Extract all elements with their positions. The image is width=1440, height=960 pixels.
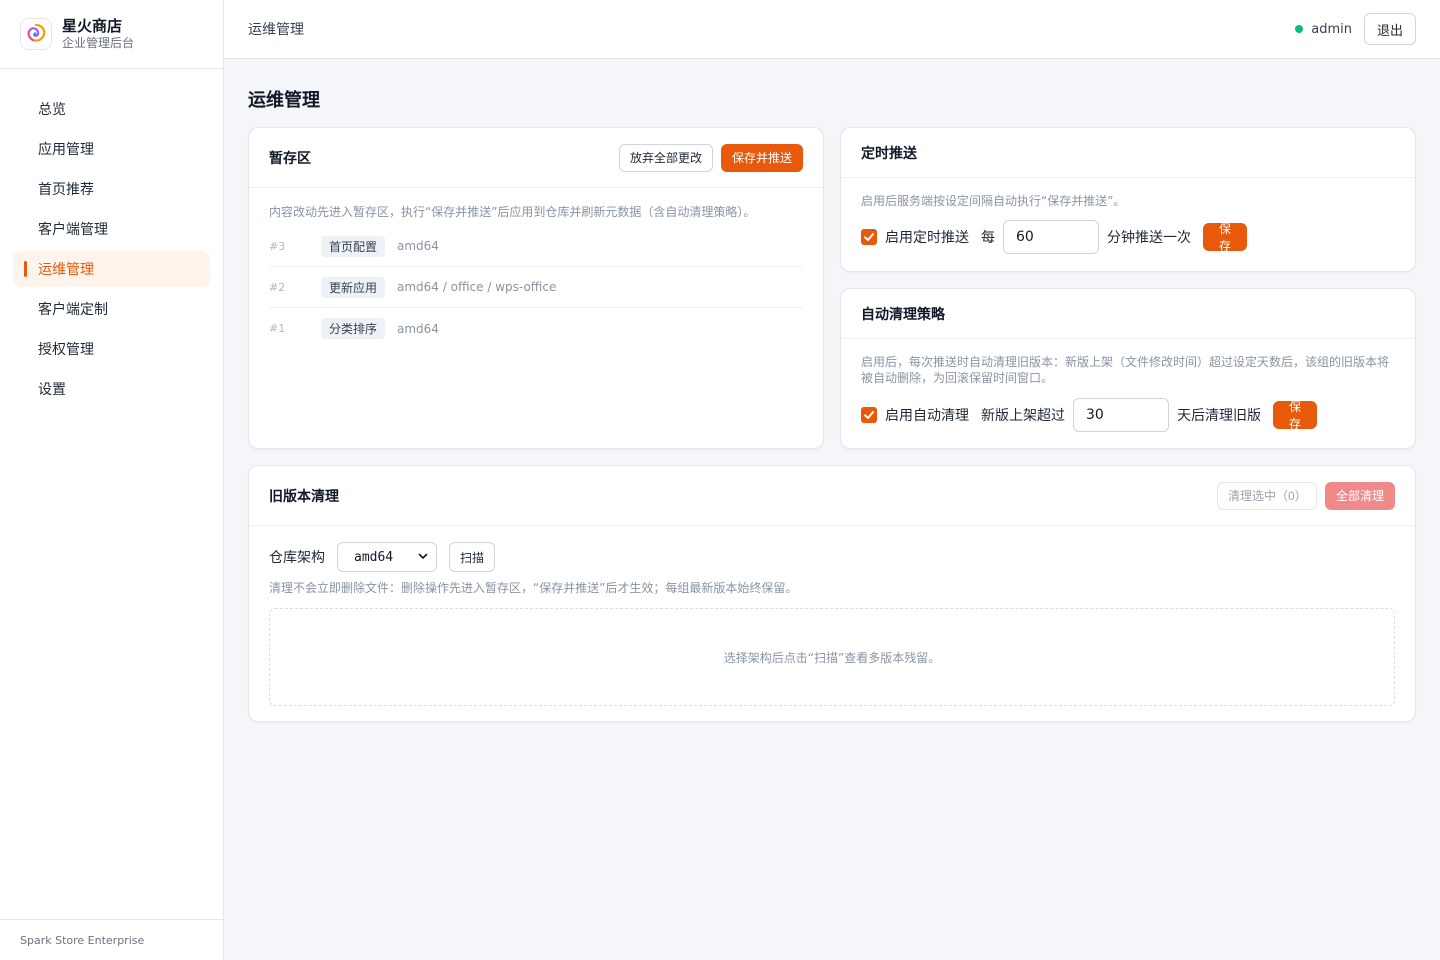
sidebar-item-license[interactable]: 授权管理 [13,331,210,367]
item-tag: 首页配置 [321,235,386,257]
logout-button[interactable]: 退出 [1363,13,1416,45]
sidebar-item-client-custom[interactable]: 客户端定制 [13,291,210,327]
online-status-dot [1295,25,1304,33]
arch-label: 仓库架构 [269,550,325,566]
staging-card: 暂存区 放弃全部更改 保存并推送 内容改动先进入暂存区，执行“保存并推送”后应用… [248,127,824,449]
save-push-button[interactable]: 保存并推送 [720,143,803,172]
scan-results-empty: 选择架构后点击“扫描”查看多版本残留。 [269,608,1395,706]
staging-title: 暂存区 [269,150,311,167]
breadcrumb: 运维管理 [248,22,304,38]
brand-subtitle: 企业管理后台 [62,36,135,50]
list-item: #3 首页配置 amd64 [269,226,803,267]
schedule-save-button[interactable]: 保存 [1203,222,1247,253]
page-title: 运维管理 [248,90,320,111]
cleanup-prefix: 新版上架超过 [981,408,1065,424]
schedule-prefix: 每 [981,230,995,246]
item-id: #3 [269,239,286,253]
sidebar-item-apps[interactable]: 应用管理 [13,131,210,167]
item-tag: 分类排序 [321,318,386,339]
schedule-enable-label: 启用定时推送 [885,230,969,246]
old-versions-hint: 清理不会立即删除文件：删除操作先进入暂存区，“保存并推送”后才生效；每组最新版本… [269,581,798,595]
sidebar-item-clients[interactable]: 客户端管理 [13,211,210,247]
item-tag: 更新应用 [321,276,386,298]
schedule-interval-input[interactable] [1003,220,1099,254]
arch-select[interactable]: amd64 [337,542,437,572]
sidebar-item-ops[interactable]: 运维管理 [13,251,210,287]
brand-title: 星火商店 [62,17,123,35]
brand: 星火商店 企业管理后台 [0,0,223,69]
item-path: amd64 / office / wps-office [397,280,557,294]
item-id: #2 [269,280,286,294]
topbar: 运维管理 admin 退出 [224,0,1440,59]
sidebar-item-settings[interactable]: 设置 [13,371,210,407]
cleanup-policy-hint: 启用后，每次推送时自动清理旧版本：新版上架（文件修改时间）超过设定天数后，该组的… [861,355,1390,385]
old-versions-card: 旧版本清理 清理选中（0） 全部清理 仓库架构 amd64 扫描 清理不会立即删… [248,465,1416,722]
schedule-card: 定时推送 启用后服务端按设定间隔自动执行“保存并推送”。 启用定时推送 每 分钟… [840,127,1416,272]
cleanup-days-input[interactable] [1073,398,1169,432]
old-versions-title: 旧版本清理 [269,488,339,505]
cleanup-enable-label: 启用自动清理 [885,408,969,424]
cleanup-enable-checkbox[interactable] [861,407,877,423]
logo-icon [20,18,52,50]
item-path: amd64 [397,239,439,253]
sidebar-nav: 总览 应用管理 首页推荐 客户端管理 运维管理 客户端定制 授权管理 设置 [0,69,223,407]
cleanup-policy-title: 自动清理策略 [861,306,945,323]
chevron-down-icon [418,550,428,565]
cleanup-policy-card: 自动清理策略 启用后，每次推送时自动清理旧版本：新版上架（文件修改时间）超过设定… [840,288,1416,449]
schedule-suffix: 分钟推送一次 [1107,230,1191,246]
username: admin [1311,21,1352,37]
list-item: #1 分类排序 amd64 [269,308,803,349]
schedule-hint: 启用后服务端按设定间隔自动执行“保存并推送”。 [861,194,1126,208]
empty-state-text: 选择架构后点击“扫描”查看多版本残留。 [723,650,941,665]
item-id: #1 [269,322,286,335]
staging-list: #3 首页配置 amd64 #2 更新应用 amd64 / office / w… [249,226,823,349]
sidebar-item-home-recommend[interactable]: 首页推荐 [13,171,210,207]
schedule-enable-checkbox[interactable] [861,229,877,245]
sidebar-item-overview[interactable]: 总览 [13,91,210,127]
clean-selected-button[interactable]: 清理选中（0） [1216,481,1317,510]
sidebar-footer: Spark Store Enterprise [0,919,223,960]
cleanup-save-button[interactable]: 保存 [1273,400,1317,431]
scan-button[interactable]: 扫描 [449,542,496,572]
sidebar: 星火商店 企业管理后台 总览 应用管理 首页推荐 客户端管理 运维管理 客户端定… [0,0,224,960]
arch-select-value: amd64 [354,549,394,565]
discard-all-button[interactable]: 放弃全部更改 [618,143,713,172]
clean-all-button[interactable]: 全部清理 [1324,481,1395,510]
list-item: #2 更新应用 amd64 / office / wps-office [269,267,803,308]
schedule-title: 定时推送 [861,145,917,162]
cleanup-suffix: 天后清理旧版 [1177,408,1261,424]
item-path: amd64 [397,321,439,336]
staging-hint: 内容改动先进入暂存区，执行“保存并推送”后应用到仓库并刷新元数据（含自动清理策略… [269,205,756,219]
